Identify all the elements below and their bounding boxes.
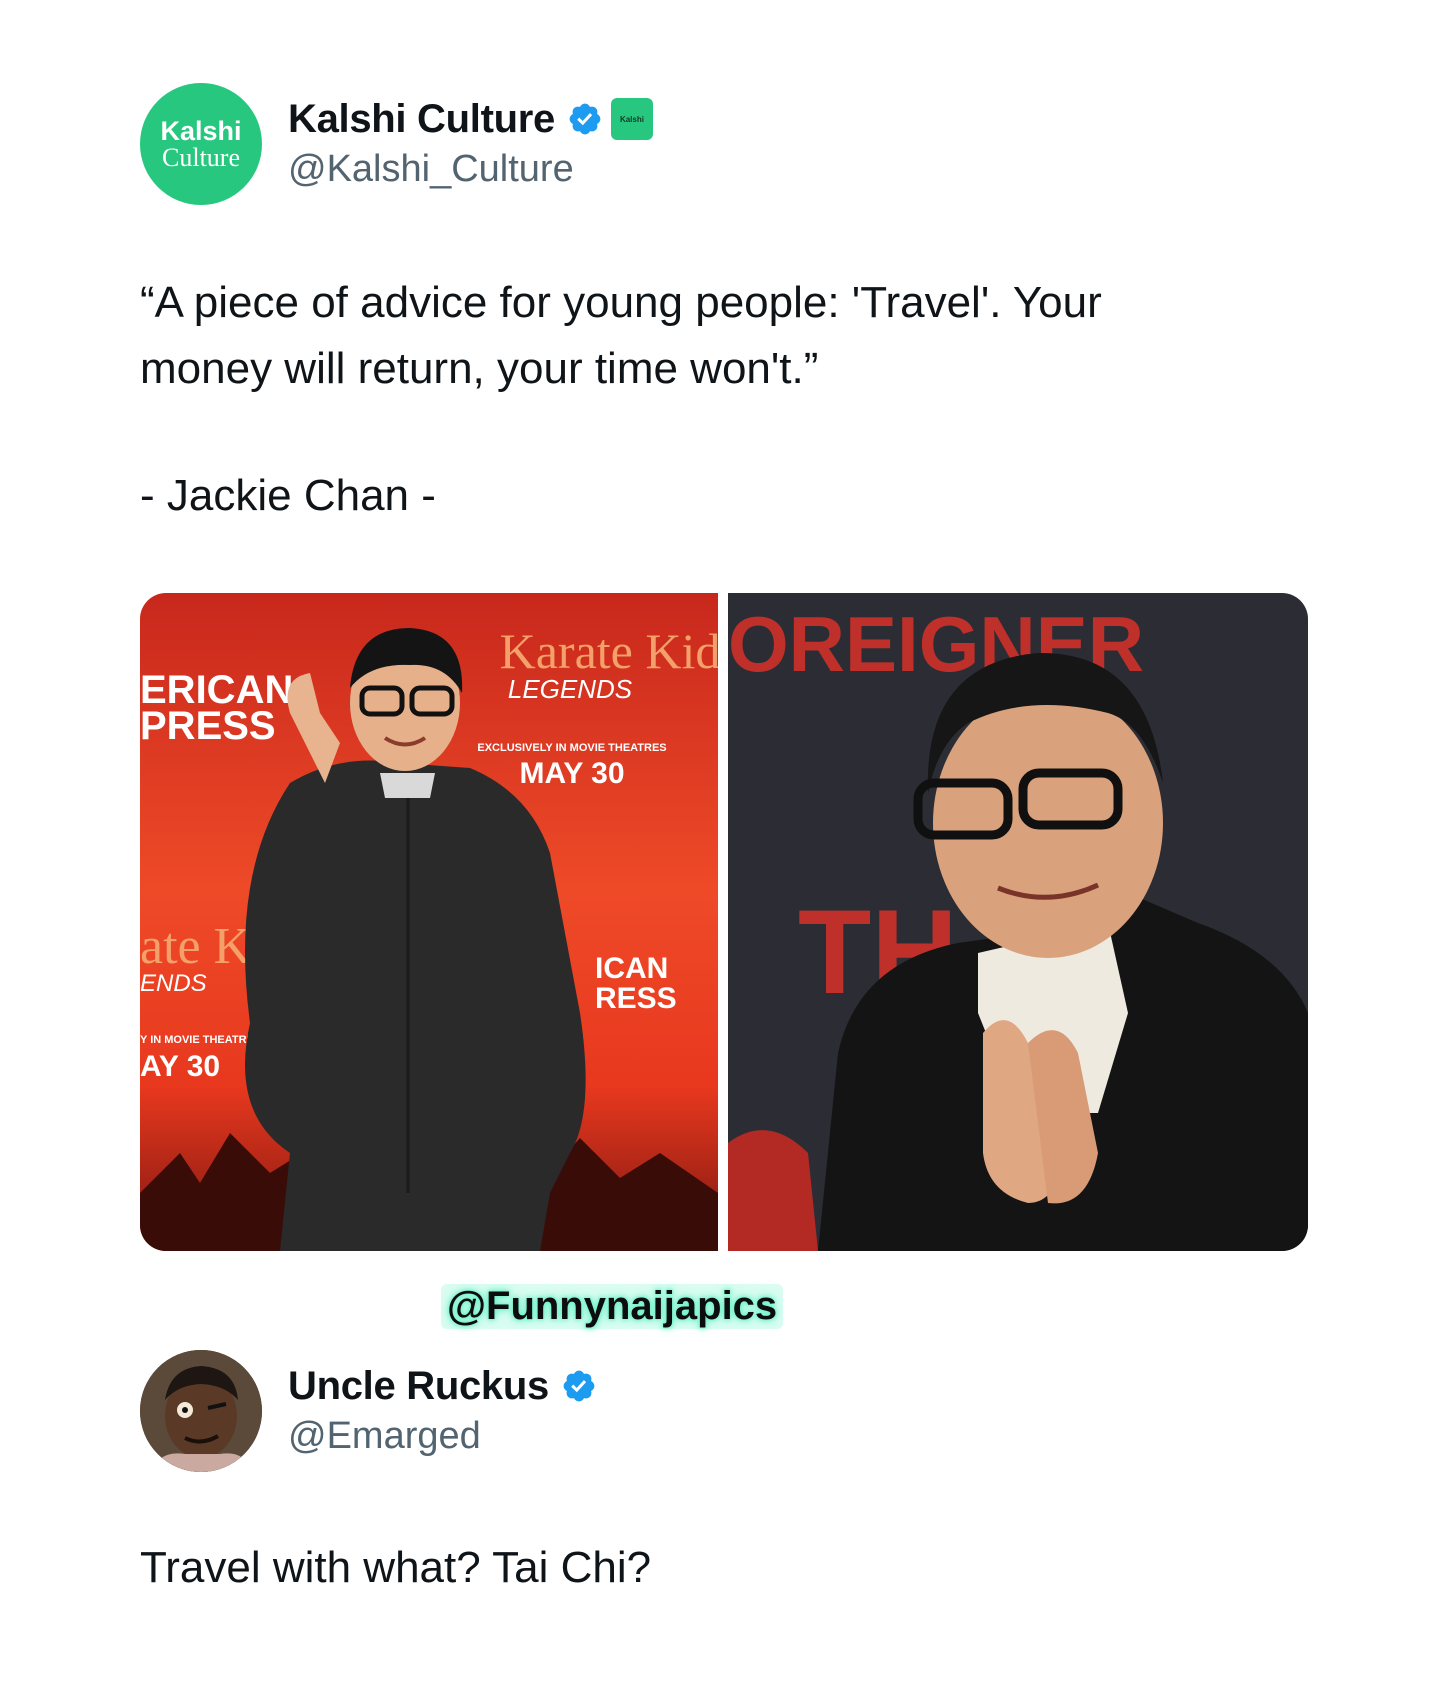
reply-author-display-name[interactable]: Uncle Ruckus bbox=[288, 1364, 549, 1409]
tweet-media: Karate Kid LEGENDS EXCLUSIVELY IN MOVIE … bbox=[140, 593, 1308, 1251]
poster-right-text-1: ICAN bbox=[595, 952, 668, 985]
kalshi-culture-avatar[interactable]: Kalshi Culture bbox=[140, 83, 262, 205]
reply-author-names: Uncle Ruckus @Emarged bbox=[288, 1361, 597, 1461]
tweet-header: Kalshi Culture Kalshi Culture Kalshi @Ka… bbox=[140, 83, 653, 205]
reply-header: Uncle Ruckus @Emarged bbox=[140, 1350, 597, 1472]
tweet-text-line2: money will return, your time won't.” bbox=[140, 344, 819, 393]
tweet-attribution: - Jackie Chan - bbox=[140, 471, 436, 520]
poster-date: MAY 30 bbox=[519, 757, 624, 790]
author-names: Kalshi Culture Kalshi @Kalshi_Culture bbox=[288, 94, 653, 194]
poster-subtitle: LEGENDS bbox=[508, 674, 633, 704]
affiliate-badge-text: Kalshi bbox=[619, 114, 644, 124]
poster-bottom-subtitle: ENDS bbox=[140, 970, 207, 997]
reply-author-handle[interactable]: @Emarged bbox=[288, 1411, 597, 1461]
name-row: Kalshi Culture Kalshi bbox=[288, 94, 653, 144]
poster-tagline: EXCLUSIVELY IN MOVIE THEATRES bbox=[477, 742, 666, 754]
verified-badge-icon bbox=[563, 1370, 595, 1402]
post-screenshot: Kalshi Culture Kalshi Culture Kalshi @Ka… bbox=[0, 0, 1440, 1705]
poster-title: Karate Kid bbox=[500, 623, 718, 679]
verified-badge-icon bbox=[569, 103, 601, 135]
tweet-text-line1: “A piece of advice for young people: 'Tr… bbox=[140, 278, 1102, 327]
photo-right-portrait[interactable]: OREIGNER TH bbox=[728, 593, 1308, 1251]
author-display-name[interactable]: Kalshi Culture bbox=[288, 97, 555, 142]
poster-bottom-date: AY 30 bbox=[140, 1050, 220, 1083]
watermark-handle: @Funnynaijapics bbox=[441, 1284, 784, 1329]
uncle-ruckus-avatar[interactable] bbox=[140, 1350, 262, 1472]
tweet-text: “A piece of advice for young people: 'Tr… bbox=[140, 270, 1320, 402]
photo-left-premiere[interactable]: Karate Kid LEGENDS EXCLUSIVELY IN MOVIE … bbox=[140, 593, 718, 1251]
author-handle[interactable]: @Kalshi_Culture bbox=[288, 144, 653, 194]
avatar-text-line1: Kalshi bbox=[160, 116, 242, 146]
kalshi-affiliate-badge-icon[interactable]: Kalshi bbox=[610, 98, 653, 140]
poster-bottom-tagline: Y IN MOVIE THEATRES bbox=[140, 1034, 261, 1046]
poster-right-text-2: RESS bbox=[595, 982, 677, 1015]
reply-text: Travel with what? Tai Chi? bbox=[140, 1543, 652, 1592]
poster-side-text-2: PRESS bbox=[140, 704, 276, 748]
avatar-text-line2: Culture bbox=[162, 143, 240, 172]
reply-name-row: Uncle Ruckus bbox=[288, 1361, 597, 1411]
